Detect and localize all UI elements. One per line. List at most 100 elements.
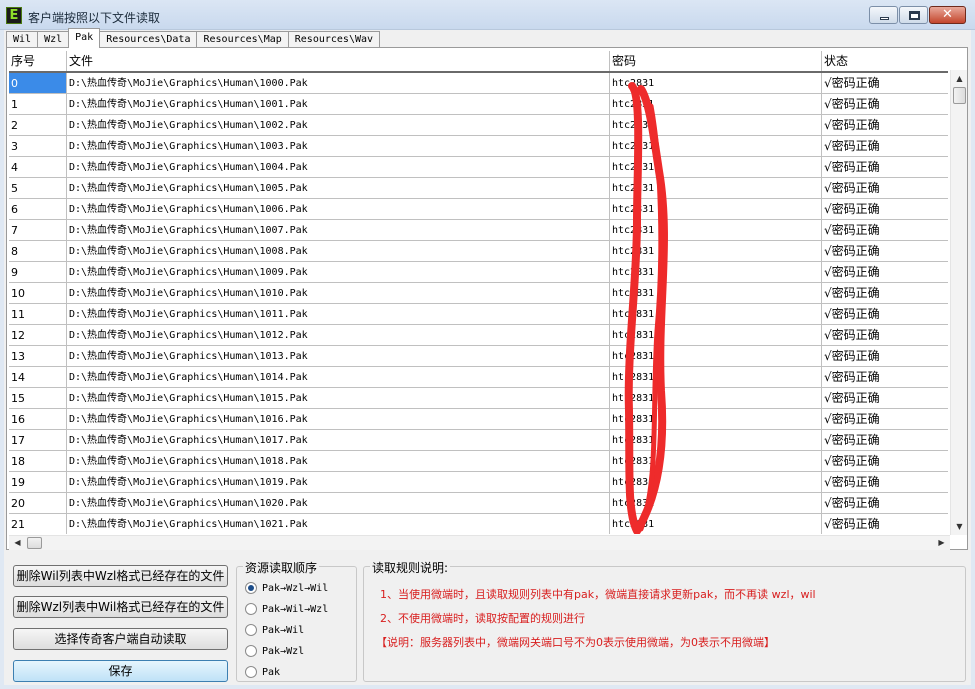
table-row[interactable]: 21 D:\热血传奇\MoJie\Graphics\Human\1021.Pak h…: [9, 514, 948, 534]
delete-wzl-duplicates-button[interactable]: 删除Wzl列表中Wil格式已经存在的文件: [13, 596, 228, 618]
read-order-option[interactable]: Pak→Wzl→Wil: [245, 580, 328, 596]
table-row[interactable]: 7 D:\热血传奇\MoJie\Graphics\Human\1007.Pak ht…: [9, 220, 948, 241]
column-header-index[interactable]: 序号: [9, 51, 67, 71]
table-row[interactable]: 14 D:\热血传奇\MoJie\Graphics\Human\1014.Pak h…: [9, 367, 948, 388]
cell-file[interactable]: D:\热血传奇\MoJie\Graphics\Human\1010.Pak: [67, 283, 610, 303]
table-row[interactable]: 6 D:\热血传奇\MoJie\Graphics\Human\1006.Pak ht…: [9, 199, 948, 220]
cell-status[interactable]: √密码正确: [822, 73, 948, 93]
cell-file[interactable]: D:\热血传奇\MoJie\Graphics\Human\1004.Pak: [67, 157, 610, 177]
table-row[interactable]: 1 D:\热血传奇\MoJie\Graphics\Human\1001.Pak ht…: [9, 94, 948, 115]
table-row[interactable]: 8 D:\热血传奇\MoJie\Graphics\Human\1008.Pak ht…: [9, 241, 948, 262]
table-row[interactable]: 19 D:\热血传奇\MoJie\Graphics\Human\1019.Pak h…: [9, 472, 948, 493]
cell-file[interactable]: D:\热血传奇\MoJie\Graphics\Human\1002.Pak: [67, 115, 610, 135]
cell-index[interactable]: 19: [9, 472, 67, 492]
table-row[interactable]: 2 D:\热血传奇\MoJie\Graphics\Human\1002.Pak ht…: [9, 115, 948, 136]
read-order-option[interactable]: Pak→Wil→Wzl: [245, 601, 328, 617]
cell-status[interactable]: √密码正确: [822, 241, 948, 261]
tab-pak[interactable]: Pak: [68, 28, 101, 48]
cell-index[interactable]: 0: [9, 73, 67, 93]
cell-password[interactable]: htc2831: [610, 115, 822, 135]
tab-resources-data[interactable]: Resources\Data: [99, 31, 198, 48]
scroll-left-icon[interactable]: ◀: [9, 534, 26, 551]
cell-index[interactable]: 13: [9, 346, 67, 366]
cell-password[interactable]: htc2831: [610, 304, 822, 324]
table-row[interactable]: 18 D:\热血传奇\MoJie\Graphics\Human\1018.Pak h…: [9, 451, 948, 472]
cell-file[interactable]: D:\热血传奇\MoJie\Graphics\Human\1003.Pak: [67, 136, 610, 156]
cell-file[interactable]: D:\热血传奇\MoJie\Graphics\Human\1020.Pak: [67, 493, 610, 513]
cell-status[interactable]: √密码正确: [822, 409, 948, 429]
cell-file[interactable]: D:\热血传奇\MoJie\Graphics\Human\1017.Pak: [67, 430, 610, 450]
cell-file[interactable]: D:\热血传奇\MoJie\Graphics\Human\1018.Pak: [67, 451, 610, 471]
cell-status[interactable]: √密码正确: [822, 493, 948, 513]
cell-status[interactable]: √密码正确: [822, 136, 948, 156]
table-row[interactable]: 4 D:\热血传奇\MoJie\Graphics\Human\1004.Pak ht…: [9, 157, 948, 178]
cell-status[interactable]: √密码正确: [822, 304, 948, 324]
cell-status[interactable]: √密码正确: [822, 514, 948, 534]
table-row[interactable]: 16 D:\热血传奇\MoJie\Graphics\Human\1016.Pak h…: [9, 409, 948, 430]
cell-index[interactable]: 18: [9, 451, 67, 471]
cell-status[interactable]: √密码正确: [822, 388, 948, 408]
cell-password[interactable]: htc2831: [610, 94, 822, 114]
cell-index[interactable]: 2: [9, 115, 67, 135]
cell-status[interactable]: √密码正确: [822, 262, 948, 282]
delete-wil-duplicates-button[interactable]: 删除Wil列表中Wzl格式已经存在的文件: [13, 565, 228, 587]
cell-password[interactable]: htc2831: [610, 325, 822, 345]
cell-index[interactable]: 21: [9, 514, 67, 534]
table-row[interactable]: 20 D:\热血传奇\MoJie\Graphics\Human\1020.Pak h…: [9, 493, 948, 514]
close-button[interactable]: ✕: [929, 6, 966, 24]
cell-status[interactable]: √密码正确: [822, 346, 948, 366]
cell-index[interactable]: 11: [9, 304, 67, 324]
cell-index[interactable]: 4: [9, 157, 67, 177]
scroll-right-icon[interactable]: ▶: [933, 534, 950, 551]
cell-index[interactable]: 3: [9, 136, 67, 156]
cell-password[interactable]: htc2831: [610, 472, 822, 492]
cell-password[interactable]: htc2831: [610, 241, 822, 261]
cell-password[interactable]: htc2831: [610, 430, 822, 450]
cell-status[interactable]: √密码正确: [822, 283, 948, 303]
save-button[interactable]: 保存: [13, 660, 228, 682]
table-row[interactable]: 0 D:\热血传奇\MoJie\Graphics\Human\1000.Pak ht…: [9, 73, 948, 94]
cell-password[interactable]: htc2831: [610, 73, 822, 93]
cell-password[interactable]: htc2831: [610, 199, 822, 219]
cell-file[interactable]: D:\热血传奇\MoJie\Graphics\Human\1006.Pak: [67, 199, 610, 219]
minimize-button[interactable]: [869, 6, 898, 24]
cell-status[interactable]: √密码正确: [822, 325, 948, 345]
table-row[interactable]: 10 D:\热血传奇\MoJie\Graphics\Human\1010.Pak h…: [9, 283, 948, 304]
table-row[interactable]: 17 D:\热血传奇\MoJie\Graphics\Human\1017.Pak h…: [9, 430, 948, 451]
cell-file[interactable]: D:\热血传奇\MoJie\Graphics\Human\1009.Pak: [67, 262, 610, 282]
cell-status[interactable]: √密码正确: [822, 157, 948, 177]
cell-index[interactable]: 6: [9, 199, 67, 219]
cell-index[interactable]: 8: [9, 241, 67, 261]
tab-resources-wav[interactable]: Resources\Wav: [287, 31, 381, 48]
cell-password[interactable]: htc2831: [610, 367, 822, 387]
radio-button-icon[interactable]: [245, 624, 257, 636]
cell-status[interactable]: √密码正确: [822, 451, 948, 471]
table-row[interactable]: 5 D:\热血传奇\MoJie\Graphics\Human\1005.Pak ht…: [9, 178, 948, 199]
table-row[interactable]: 12 D:\热血传奇\MoJie\Graphics\Human\1012.Pak h…: [9, 325, 948, 346]
cell-index[interactable]: 1: [9, 94, 67, 114]
table-row[interactable]: 13 D:\热血传奇\MoJie\Graphics\Human\1013.Pak h…: [9, 346, 948, 367]
cell-password[interactable]: htc2831: [610, 262, 822, 282]
cell-file[interactable]: D:\热血传奇\MoJie\Graphics\Human\1005.Pak: [67, 178, 610, 198]
cell-password[interactable]: htc2831: [610, 493, 822, 513]
cell-password[interactable]: htc2831: [610, 409, 822, 429]
radio-button-icon[interactable]: [245, 582, 257, 594]
horizontal-scrollbar[interactable]: ◀ ▶: [9, 535, 950, 550]
cell-file[interactable]: D:\热血传奇\MoJie\Graphics\Human\1001.Pak: [67, 94, 610, 114]
cell-status[interactable]: √密码正确: [822, 367, 948, 387]
cell-status[interactable]: √密码正确: [822, 178, 948, 198]
cell-password[interactable]: htc2831: [610, 136, 822, 156]
cell-index[interactable]: 5: [9, 178, 67, 198]
cell-index[interactable]: 9: [9, 262, 67, 282]
cell-file[interactable]: D:\热血传奇\MoJie\Graphics\Human\1014.Pak: [67, 367, 610, 387]
table-row[interactable]: 15 D:\热血传奇\MoJie\Graphics\Human\1015.Pak h…: [9, 388, 948, 409]
cell-password[interactable]: htc2831: [610, 514, 822, 534]
cell-password[interactable]: htc2831: [610, 283, 822, 303]
cell-file[interactable]: D:\热血传奇\MoJie\Graphics\Human\1019.Pak: [67, 472, 610, 492]
cell-index[interactable]: 20: [9, 493, 67, 513]
column-header-password[interactable]: 密码: [610, 51, 822, 71]
auto-read-client-button[interactable]: 选择传奇客户端自动读取: [13, 628, 228, 650]
cell-password[interactable]: htc2831: [610, 388, 822, 408]
cell-file[interactable]: D:\热血传奇\MoJie\Graphics\Human\1008.Pak: [67, 241, 610, 261]
file-grid[interactable]: 序号 文件 密码 状态 0 D:\热血传奇\MoJie\Graphics\Huma…: [9, 51, 948, 534]
